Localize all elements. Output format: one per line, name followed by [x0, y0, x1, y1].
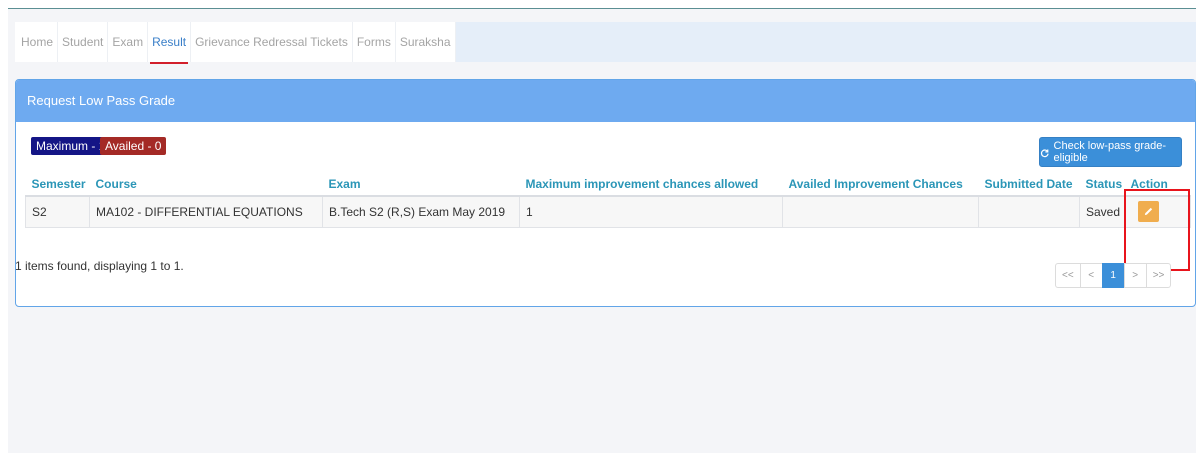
pagination-last[interactable]: >> [1145, 263, 1172, 288]
nav-tabs: Home Student Exam Result Grievance Redre… [15, 22, 456, 64]
tab-result[interactable]: Result [148, 22, 192, 64]
table-row: S2 MA102 - DIFFERENTIAL EQUATIONS B.Tech… [25, 195, 1191, 228]
tab-suraksha[interactable]: Suraksha [396, 22, 456, 62]
cell-course: MA102 - DIFFERENTIAL EQUATIONS [89, 195, 323, 228]
check-eligibility-button[interactable]: Check low-pass grade-eligible [1039, 137, 1182, 167]
low-pass-grade-table: Semester Course Exam Maximum improvement… [25, 173, 1191, 228]
refresh-icon [1040, 149, 1049, 157]
cell-semester: S2 [25, 195, 90, 228]
tab-exam[interactable]: Exam [108, 22, 149, 62]
pagination-next[interactable]: > [1123, 263, 1147, 288]
cell-availed-chances [782, 195, 979, 228]
check-eligibility-label: Check low-pass grade-eligible [1053, 140, 1167, 164]
tab-grievance-redressal-tickets[interactable]: Grievance Redressal Tickets [191, 22, 353, 62]
cell-max-chances: 1 [519, 195, 783, 228]
header-status: Status [1079, 173, 1125, 197]
header-submitted-date: Submitted Date [978, 173, 1080, 197]
cell-submitted-date [978, 195, 1080, 228]
highlight-box [1124, 189, 1190, 271]
pagination: << < 1 > >> [1055, 263, 1172, 288]
cell-status: Saved [1079, 195, 1125, 228]
nav-tabs-bar: Home Student Exam Result Grievance Redre… [15, 22, 1196, 64]
table-header-row: Semester Course Exam Maximum improvement… [25, 173, 1191, 197]
panel-title: Request Low Pass Grade [16, 80, 1195, 122]
header-exam: Exam [322, 173, 520, 197]
request-low-pass-grade-panel: Request Low Pass Grade Maximum - 10 Avai… [15, 79, 1196, 307]
header-max-improvement: Maximum improvement chances allowed [519, 173, 783, 197]
tab-forms[interactable]: Forms [353, 22, 396, 62]
availed-badge: Availed - 0 [100, 137, 167, 155]
items-found-text: 1 items found, displaying 1 to 1. [15, 259, 184, 273]
header-availed-improvement: Availed Improvement Chances [782, 173, 979, 197]
tab-home[interactable]: Home [15, 22, 59, 62]
header-course: Course [89, 173, 323, 197]
cell-exam: B.Tech S2 (R,S) Exam May 2019 [322, 195, 520, 228]
pagination-page-1[interactable]: 1 [1101, 263, 1125, 288]
tab-student[interactable]: Student [58, 22, 109, 62]
pagination-first[interactable]: << [1055, 263, 1081, 288]
pagination-prev[interactable]: < [1079, 263, 1103, 288]
header-semester: Semester [25, 173, 90, 197]
